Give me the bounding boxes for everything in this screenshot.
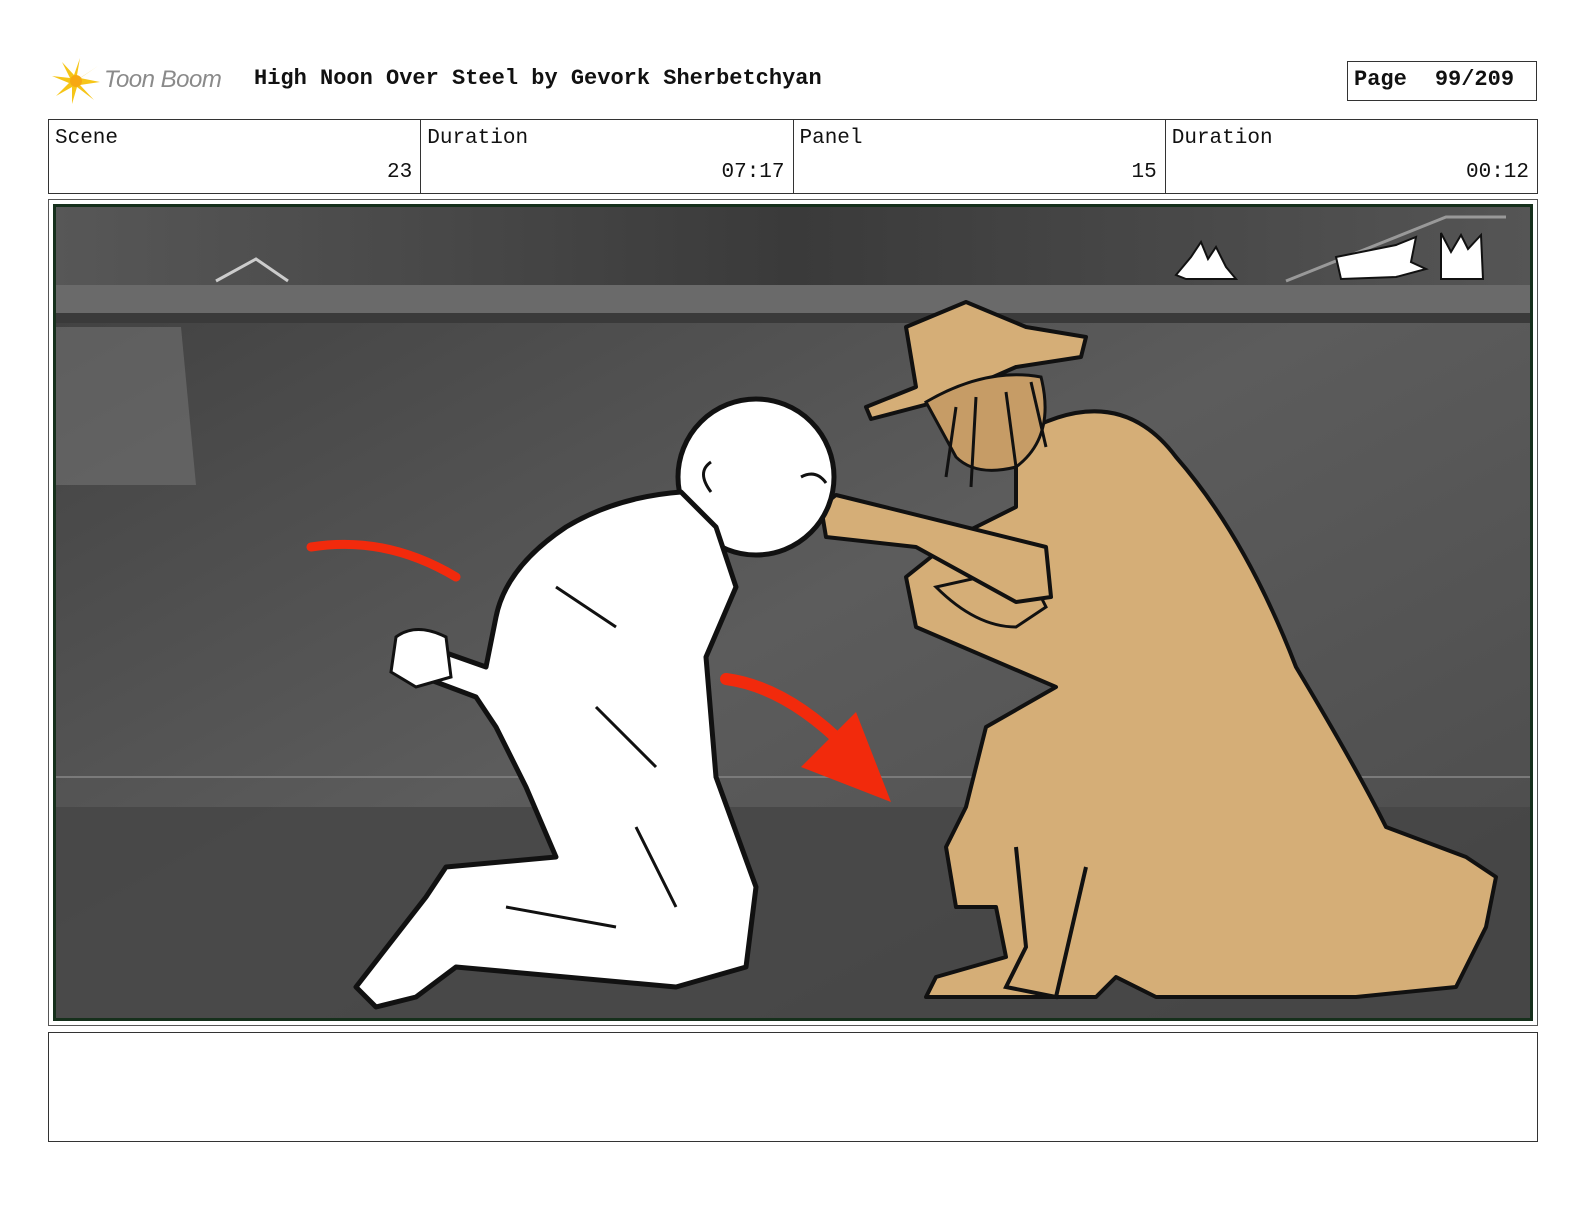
ledge: [56, 285, 1530, 315]
toon-boom-logo: Toon Boom: [50, 56, 240, 106]
storyboard-drawing: [56, 207, 1530, 1018]
panel-duration-value: 00:12: [1465, 161, 1529, 184]
panel-frame: [48, 199, 1538, 1026]
pillar: [56, 327, 196, 485]
storyboard-title: High Noon Over Steel by Gevork Sherbetch…: [254, 66, 822, 91]
panel-label: Panel: [799, 127, 863, 150]
panel-cell: Panel 15: [794, 120, 1166, 193]
scene-label: Scene: [55, 127, 119, 150]
page-number: 99/209: [1434, 67, 1515, 92]
page-label: Page: [1354, 67, 1407, 92]
storyboard-panel: [53, 204, 1533, 1021]
panel-value: 15: [1131, 161, 1157, 184]
starburst-icon: [52, 58, 100, 104]
page-indicator: Page 99/209: [1347, 61, 1537, 101]
scene-duration-value: 07:17: [721, 161, 785, 184]
panel-duration-label: Duration: [1171, 127, 1273, 150]
scene-duration-cell: Duration 07:17: [421, 120, 794, 193]
scene-duration-label: Duration: [427, 127, 529, 150]
panel-duration-cell: Duration 00:12: [1166, 120, 1537, 193]
ledge-shadow: [56, 313, 1530, 323]
page-header: Toon Boom High Noon Over Steel by Gevork…: [50, 54, 1538, 106]
logo-text: Toon Boom: [104, 66, 222, 93]
info-table: Scene 23 Duration 07:17 Panel 15 Duratio…: [48, 119, 1538, 194]
scene-value: 23: [387, 161, 413, 184]
victim-fist: [389, 628, 453, 689]
scene-cell: Scene 23: [49, 120, 422, 193]
notes-box: [48, 1032, 1538, 1142]
